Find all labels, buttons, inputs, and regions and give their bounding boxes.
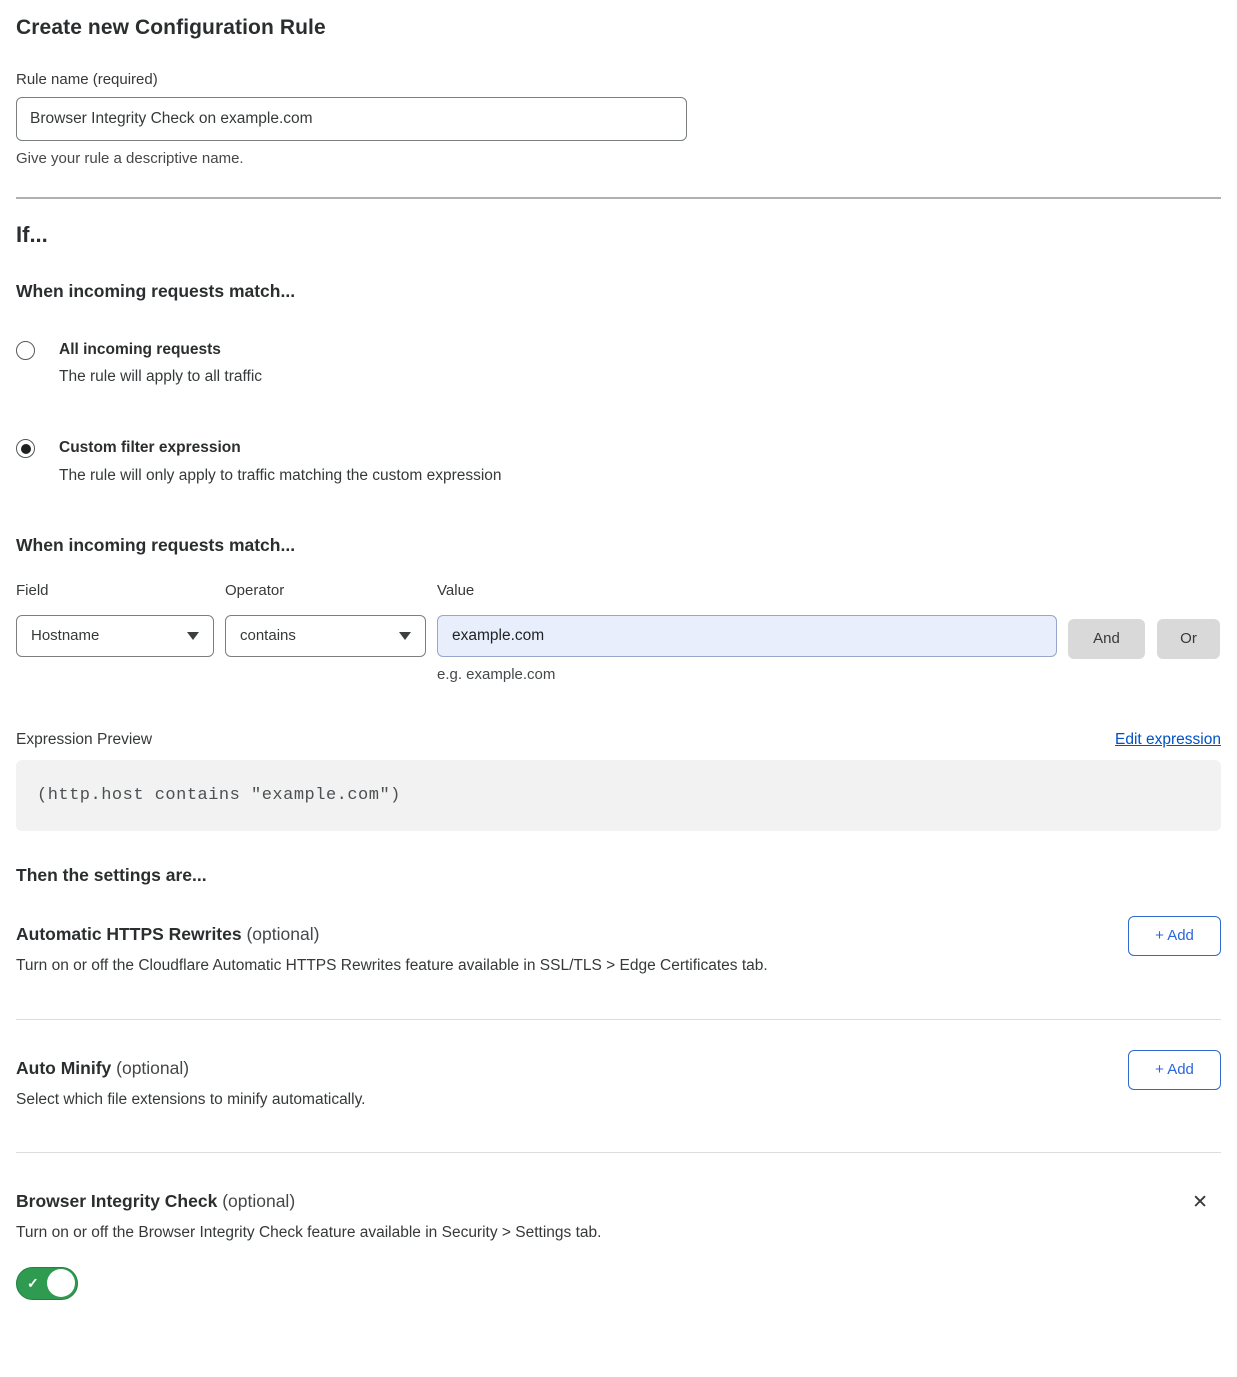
match-type-radio-group: All incoming requests The rule will appl… bbox=[16, 340, 1221, 485]
and-button[interactable]: And bbox=[1068, 619, 1145, 659]
radio-all-description: The rule will apply to all traffic bbox=[59, 368, 262, 386]
section-divider bbox=[16, 1152, 1221, 1153]
toggle-knob[interactable] bbox=[47, 1269, 75, 1297]
add-https-rewrites-button[interactable]: + Add bbox=[1128, 916, 1221, 956]
setting-title: Browser Integrity Check (optional) bbox=[16, 1191, 601, 1212]
operator-label: Operator bbox=[225, 582, 426, 599]
andor-buttons: And Or bbox=[1068, 619, 1220, 659]
value-hint: e.g. example.com bbox=[437, 666, 1057, 683]
check-icon: ✓ bbox=[27, 1275, 39, 1292]
rule-name-input[interactable] bbox=[16, 97, 687, 141]
if-heading: If... bbox=[16, 222, 1221, 248]
rule-name-label: Rule name (required) bbox=[16, 71, 1221, 88]
expression-code-text: (http.host contains "example.com") bbox=[37, 786, 401, 805]
setting-head-row: Auto Minify (optional) Select which file… bbox=[16, 1050, 1221, 1109]
value-label: Value bbox=[437, 582, 1057, 599]
setting-auto-minify: Auto Minify (optional) Select which file… bbox=[16, 1050, 1221, 1153]
setting-title: Automatic HTTPS Rewrites (optional) bbox=[16, 924, 768, 945]
add-auto-minify-button[interactable]: + Add bbox=[1128, 1050, 1221, 1090]
expression-preview-row: Expression Preview Edit expression bbox=[16, 731, 1221, 749]
setting-optional-text: (optional) bbox=[222, 1191, 295, 1211]
radio-all-incoming-requests[interactable]: All incoming requests The rule will appl… bbox=[16, 340, 1221, 386]
setting-title-text: Auto Minify bbox=[16, 1058, 111, 1078]
setting-description: Turn on or off the Cloudflare Automatic … bbox=[16, 957, 768, 975]
setting-title: Auto Minify (optional) bbox=[16, 1058, 365, 1079]
setting-title-text: Browser Integrity Check bbox=[16, 1191, 217, 1211]
radio-unselected-icon[interactable] bbox=[16, 341, 35, 360]
radio-custom-label: Custom filter expression bbox=[59, 438, 502, 457]
operator-column: Operator contains bbox=[225, 582, 426, 657]
section-divider bbox=[16, 1019, 1221, 1020]
setting-browser-integrity-check: Browser Integrity Check (optional) Turn … bbox=[16, 1183, 1221, 1300]
setting-automatic-https-rewrites: Automatic HTTPS Rewrites (optional) Turn… bbox=[16, 916, 1221, 1020]
chevron-down-icon bbox=[187, 632, 199, 640]
operator-select[interactable]: contains bbox=[225, 615, 426, 657]
close-icon[interactable]: ✕ bbox=[1192, 1193, 1208, 1212]
setting-optional-text: (optional) bbox=[246, 924, 319, 944]
setting-description: Turn on or off the Browser Integrity Che… bbox=[16, 1224, 601, 1242]
setting-title-text: Automatic HTTPS Rewrites bbox=[16, 924, 242, 944]
expression-preview-label: Expression Preview bbox=[16, 731, 152, 749]
page-title: Create new Configuration Rule bbox=[16, 16, 1221, 40]
setting-head-row: Automatic HTTPS Rewrites (optional) Turn… bbox=[16, 916, 1221, 975]
radio-texts: All incoming requests The rule will appl… bbox=[59, 340, 262, 386]
setting-texts: Automatic HTTPS Rewrites (optional) Turn… bbox=[16, 916, 768, 975]
field-label: Field bbox=[16, 582, 214, 599]
radio-texts: Custom filter expression The rule will o… bbox=[59, 438, 502, 484]
chevron-down-icon bbox=[399, 632, 411, 640]
radio-all-label: All incoming requests bbox=[59, 340, 262, 359]
expression-builder-row: Field Hostname Operator contains Value e… bbox=[16, 582, 1221, 683]
operator-select-value: contains bbox=[240, 627, 296, 644]
field-column: Field Hostname bbox=[16, 582, 214, 657]
or-button[interactable]: Or bbox=[1157, 619, 1220, 659]
value-input[interactable] bbox=[437, 615, 1057, 657]
radio-custom-filter-expression[interactable]: Custom filter expression The rule will o… bbox=[16, 438, 1221, 484]
setting-head-row: Browser Integrity Check (optional) Turn … bbox=[16, 1183, 1221, 1242]
rule-name-help: Give your rule a descriptive name. bbox=[16, 150, 1221, 167]
setting-texts: Auto Minify (optional) Select which file… bbox=[16, 1050, 365, 1109]
field-select[interactable]: Hostname bbox=[16, 615, 214, 657]
edit-expression-link[interactable]: Edit expression bbox=[1115, 731, 1221, 749]
setting-texts: Browser Integrity Check (optional) Turn … bbox=[16, 1183, 601, 1242]
setting-optional-text: (optional) bbox=[116, 1058, 189, 1078]
builder-heading: When incoming requests match... bbox=[16, 535, 1221, 556]
radio-custom-description: The rule will only apply to traffic matc… bbox=[59, 467, 502, 485]
create-configuration-rule-form: Create new Configuration Rule Rule name … bbox=[0, 0, 1237, 1324]
setting-description: Select which file extensions to minify a… bbox=[16, 1091, 365, 1109]
field-select-value: Hostname bbox=[31, 627, 99, 644]
browser-integrity-check-toggle[interactable]: ✓ bbox=[16, 1267, 78, 1300]
value-column: Value e.g. example.com bbox=[437, 582, 1057, 683]
match-heading: When incoming requests match... bbox=[16, 281, 1221, 302]
radio-selected-icon[interactable] bbox=[16, 439, 35, 458]
top-divider bbox=[16, 197, 1221, 199]
then-heading: Then the settings are... bbox=[16, 865, 1221, 886]
expression-preview-code: (http.host contains "example.com") bbox=[16, 760, 1221, 831]
